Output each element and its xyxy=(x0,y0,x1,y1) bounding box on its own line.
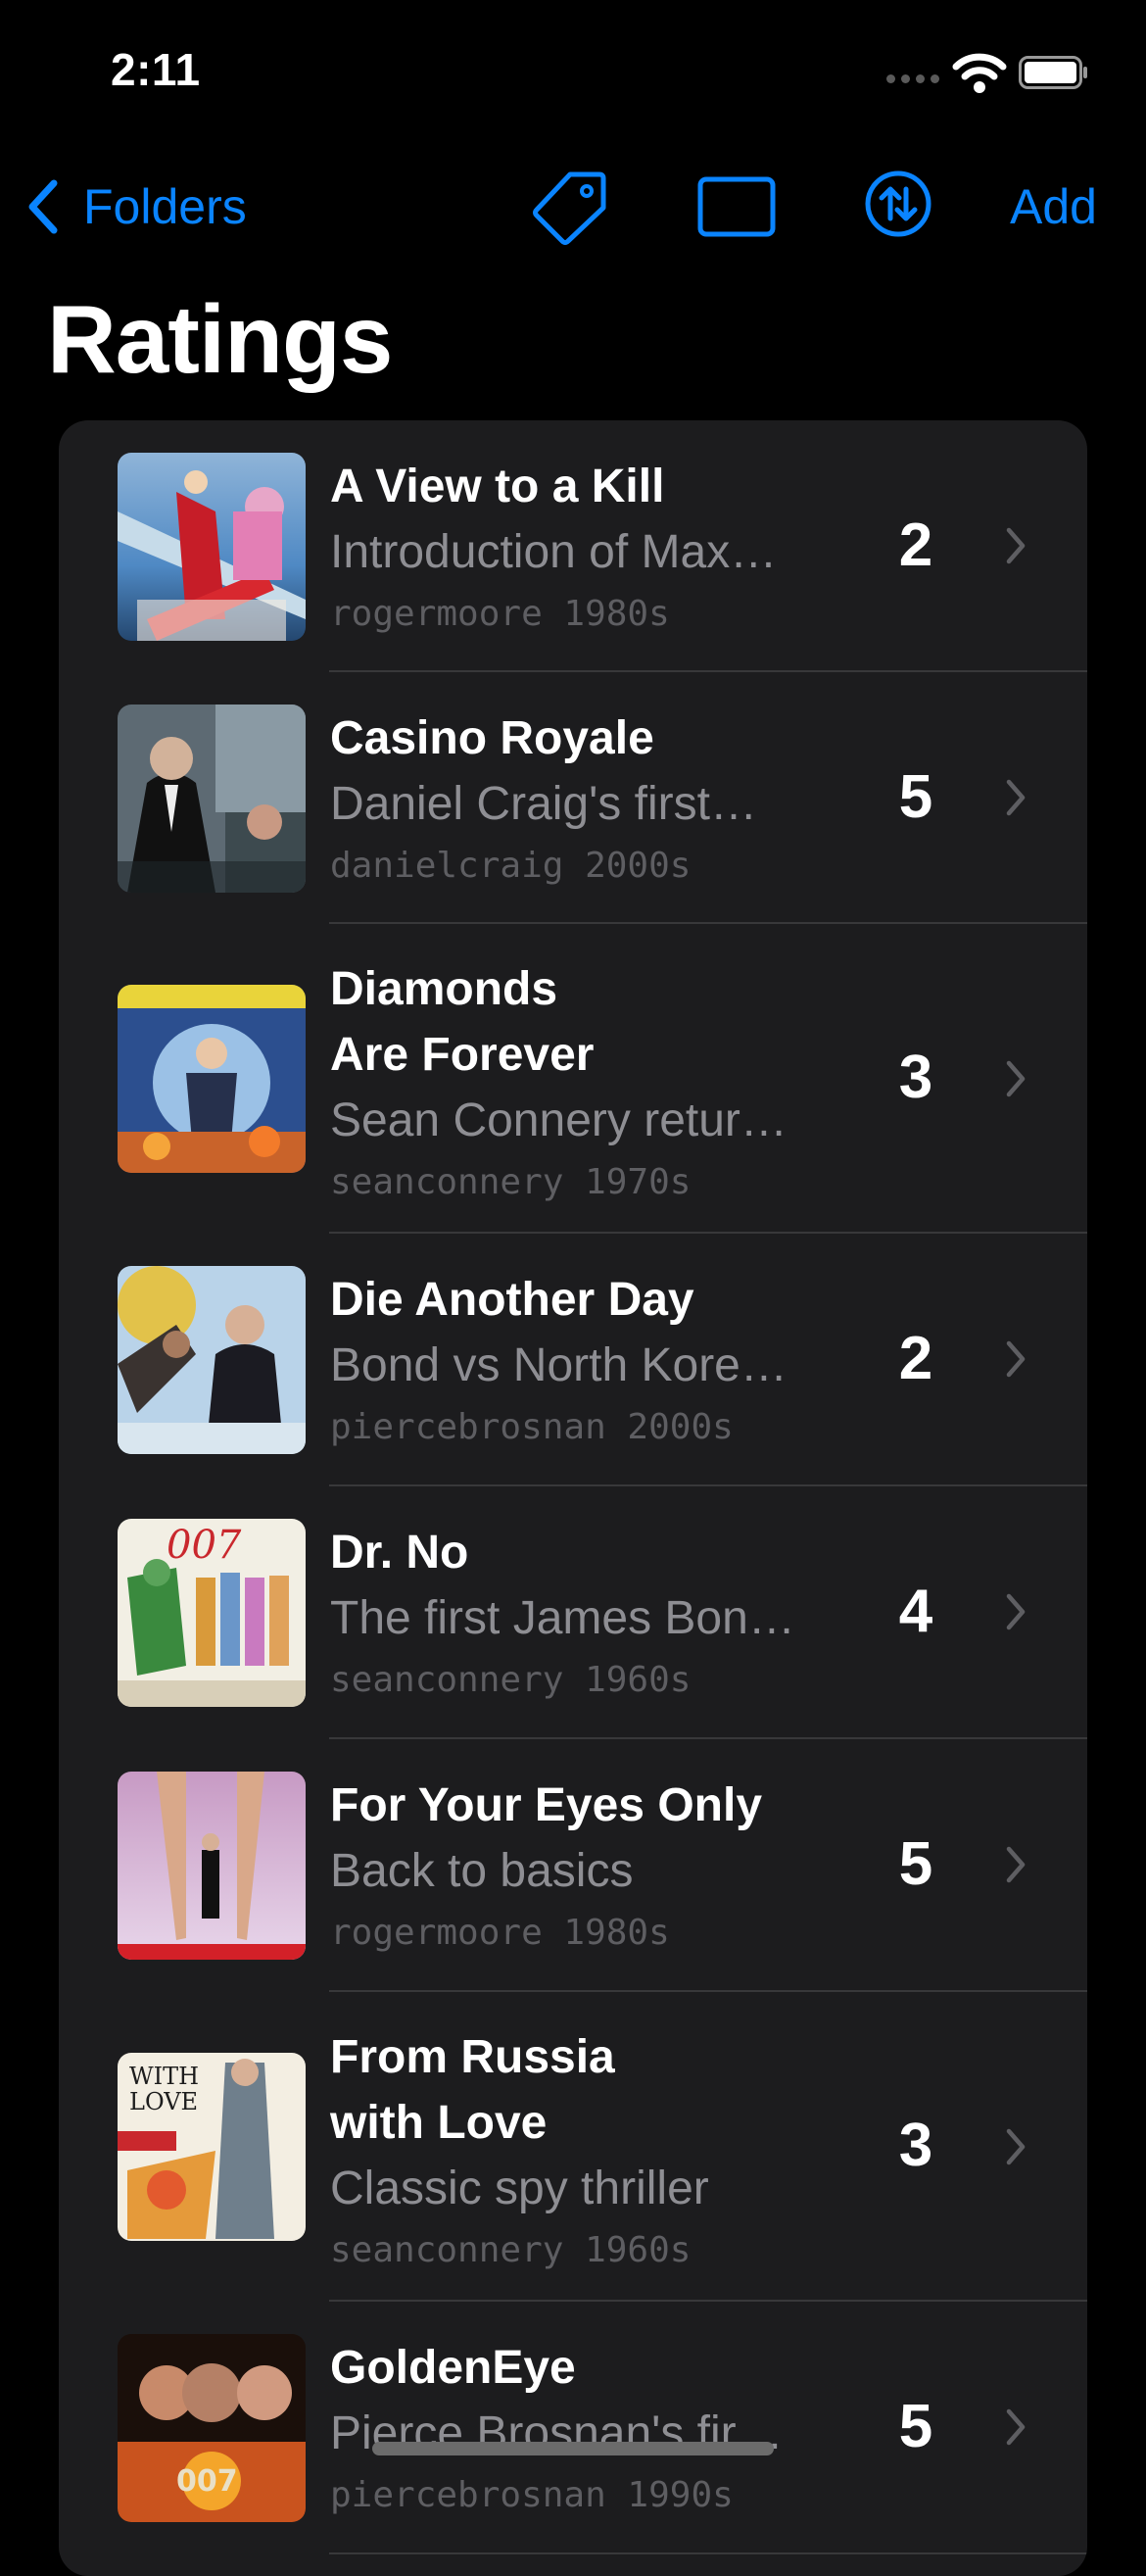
from-russia-with-love-poster: WITH LOVE xyxy=(118,2053,306,2241)
list-item[interactable]: Diamonds Are Forever Sean Connery retur…… xyxy=(59,924,1087,1234)
rating-value: 3 xyxy=(898,1044,933,1111)
list-item[interactable]: Casino Royale Daniel Craig's first… dani… xyxy=(59,672,1087,924)
item-subtitle: Daniel Craig's first… xyxy=(330,778,757,830)
divider xyxy=(329,2552,1087,2554)
list-item[interactable]: 007 GoldenEye Pierce Brosnan's fir… pier… xyxy=(59,2302,1087,2554)
rating-value: 4 xyxy=(898,1578,933,1645)
cellular-signal-icon xyxy=(886,74,939,83)
list-item[interactable]: WITH LOVE From Russia with Love Classic … xyxy=(59,1992,1087,2302)
battery-icon xyxy=(1019,56,1087,89)
chevron-right-icon xyxy=(1006,779,1026,816)
status-time: 2:11 xyxy=(111,44,201,95)
casino-royale-poster xyxy=(118,705,306,893)
a-view-to-a-kill-poster xyxy=(118,453,306,641)
item-meta: seanconnery 1970s xyxy=(330,1162,692,1202)
tag-icon[interactable] xyxy=(531,169,609,245)
list-item[interactable]: For Your Eyes Only Back to basics rogerm… xyxy=(59,1739,1087,1992)
gallery-view-icon[interactable] xyxy=(697,176,776,237)
home-indicator[interactable] xyxy=(372,2442,774,2455)
status-bar: 2:11 xyxy=(0,0,1146,147)
rating-value: 2 xyxy=(898,1325,933,1392)
rating-value: 3 xyxy=(898,2112,933,2179)
svg-text:007: 007 xyxy=(176,2464,238,2499)
chevron-left-icon xyxy=(28,179,58,234)
item-title: Diamonds Are Forever xyxy=(330,963,595,1081)
goldeneye-poster: 007 xyxy=(118,2334,306,2522)
item-meta: piercebrosnan 1990s xyxy=(330,2475,734,2515)
item-subtitle: Introduction of Max… xyxy=(330,526,778,578)
for-your-eyes-only-poster xyxy=(118,1772,306,1960)
list-item[interactable]: A View to a Kill Introduction of Max… ro… xyxy=(59,420,1087,672)
chevron-right-icon xyxy=(1006,2408,1026,2446)
svg-text:WITH: WITH xyxy=(129,2063,199,2090)
item-title: Casino Royale xyxy=(330,712,654,764)
rating-value: 5 xyxy=(898,1830,933,1898)
item-meta: piercebrosnan 2000s xyxy=(330,1407,734,1447)
item-meta: seanconnery 1960s xyxy=(330,2230,692,2270)
item-title: Dr. No xyxy=(330,1527,469,1579)
item-meta: rogermoore 1980s xyxy=(330,1913,670,1953)
chevron-right-icon xyxy=(1006,1593,1026,1630)
item-subtitle: Classic spy thriller xyxy=(330,2163,709,2214)
list-item[interactable]: 007 Dr. No The first James Bon… seanconn… xyxy=(59,1486,1087,1739)
back-button[interactable]: Folders xyxy=(24,172,247,241)
wifi-icon xyxy=(952,53,1007,93)
back-button-label: Folders xyxy=(83,179,247,234)
item-title: Die Another Day xyxy=(330,1274,694,1326)
diamonds-are-forever-poster xyxy=(118,985,306,1173)
page-title: Ratings xyxy=(47,285,393,393)
chevron-right-icon xyxy=(1006,2128,1026,2165)
dr-no-poster: 007 xyxy=(118,1519,306,1707)
rating-value: 5 xyxy=(898,2393,933,2460)
item-meta: rogermoore 1980s xyxy=(330,594,670,634)
item-meta: seanconnery 1960s xyxy=(330,1660,692,1700)
item-subtitle: Bond vs North Kore… xyxy=(330,1339,788,1391)
chevron-right-icon xyxy=(1006,1846,1026,1883)
item-meta: danielcraig 2000s xyxy=(330,846,692,886)
svg-text:007: 007 xyxy=(167,1523,242,1568)
navigation-bar: Folders Add xyxy=(0,157,1146,255)
chevron-right-icon xyxy=(1006,527,1026,564)
rating-value: 5 xyxy=(898,763,933,831)
item-subtitle: Sean Connery retur… xyxy=(330,1094,788,1146)
die-another-day-poster xyxy=(118,1266,306,1454)
item-subtitle: Pierce Brosnan's fir… xyxy=(330,2407,784,2459)
list-item[interactable]: Die Another Day Bond vs North Kore… pier… xyxy=(59,1234,1087,1486)
item-title: GoldenEye xyxy=(330,2342,576,2394)
item-title: A View to a Kill xyxy=(330,461,665,512)
chevron-right-icon xyxy=(1006,1340,1026,1378)
ratings-list: A View to a Kill Introduction of Max… ro… xyxy=(59,420,1087,2576)
item-title: For Your Eyes Only xyxy=(330,1779,763,1831)
add-button[interactable]: Add xyxy=(1010,178,1097,235)
svg-text:LOVE: LOVE xyxy=(129,2088,198,2115)
rating-value: 2 xyxy=(898,511,933,579)
chevron-right-icon xyxy=(1006,1060,1026,1097)
item-subtitle: The first James Bon… xyxy=(330,1592,795,1644)
item-subtitle: Back to basics xyxy=(330,1845,634,1897)
sort-icon[interactable] xyxy=(864,170,932,238)
item-title: From Russia with Love xyxy=(330,2031,615,2149)
